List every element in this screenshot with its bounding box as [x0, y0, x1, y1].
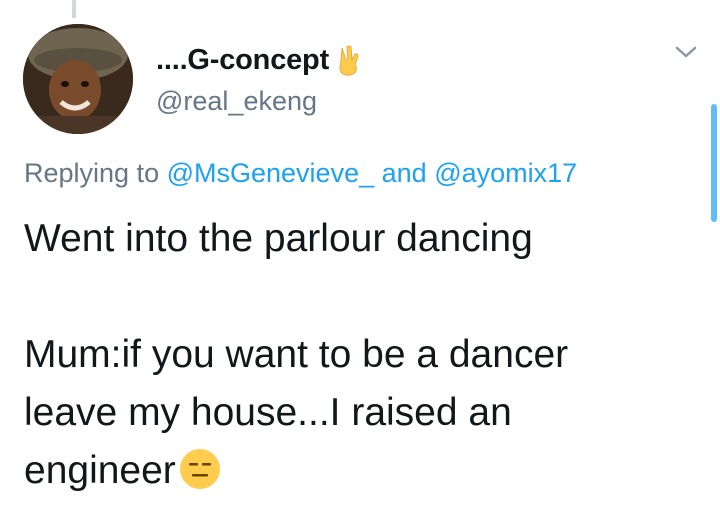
avatar-photo	[23, 24, 133, 134]
scrollbar-thumb[interactable]	[711, 104, 717, 222]
thread-connector-line	[72, 0, 76, 18]
avatar[interactable]	[23, 24, 133, 134]
tweet-card: ....G-concept @real_ekeng Replying to @M…	[0, 0, 720, 507]
tweet-text: Went into the parlour dancing Mum:if you…	[24, 210, 704, 500]
replying-to-prefix: Replying to	[24, 158, 160, 188]
tweet-text-last-words: engineer	[24, 449, 176, 492]
expressionless-face-icon	[178, 447, 222, 491]
mention-joiner[interactable]: and	[382, 158, 427, 188]
victory-hand-icon	[335, 45, 363, 77]
mention-link-2[interactable]: @ayomix17	[434, 158, 577, 188]
tweet-text-line: leave my house...I raised an	[24, 391, 512, 434]
user-handle[interactable]: @real_ekeng	[156, 86, 317, 117]
tweet-text-line: Went into the parlour dancing	[24, 217, 533, 260]
display-name[interactable]: ....G-concept	[156, 44, 363, 77]
replying-to-line: Replying to @MsGenevieve_ and @ayomix17	[24, 158, 577, 189]
display-name-text: ....G-concept	[156, 44, 330, 76]
tweet-text-line: Mum:if you want to be a dancer	[24, 333, 569, 376]
tweet-text-line-last: engineer	[24, 442, 704, 500]
mention-link-1[interactable]: @MsGenevieve_	[167, 158, 375, 188]
chevron-down-icon[interactable]	[672, 40, 700, 64]
